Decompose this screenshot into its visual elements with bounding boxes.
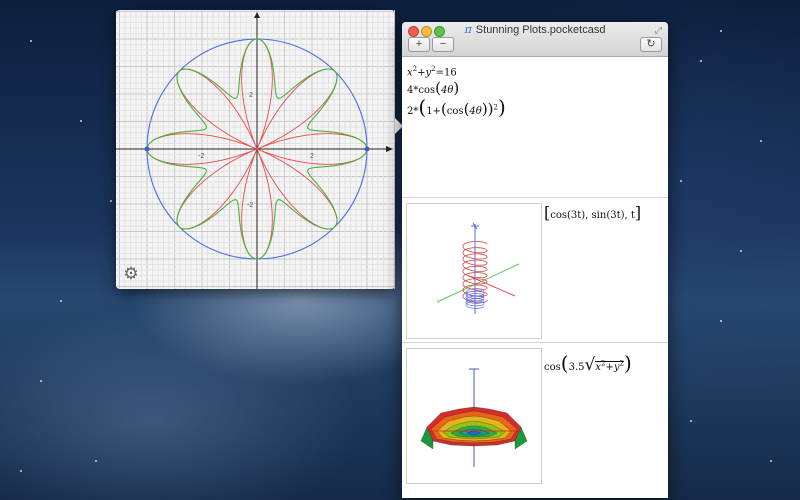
polar-plot[interactable]: -2 2 2 -2 bbox=[116, 10, 395, 289]
helix-section[interactable]: [cos(3t), sin(3t), t] bbox=[402, 198, 668, 343]
star bbox=[720, 320, 722, 322]
axis-tick-label: -2 bbox=[247, 202, 253, 209]
star bbox=[690, 420, 692, 422]
add-button[interactable]: + bbox=[408, 37, 430, 52]
star bbox=[40, 380, 42, 382]
axis-tick-label: 2 bbox=[310, 153, 314, 160]
star bbox=[80, 120, 82, 122]
worksheet[interactable]: x2+y2=16 4*cos(4θ) 2*(1+(cos(4θ))2) [cos… bbox=[402, 57, 668, 498]
surface-section[interactable]: cos(3.5√x2+y2) bbox=[402, 343, 668, 498]
document-window[interactable]: π Stunning Plots.pocketcasd ⤢ + − ↻ x2+y2… bbox=[402, 22, 668, 498]
gear-icon[interactable]: ⚙ bbox=[122, 265, 140, 283]
star bbox=[680, 180, 682, 182]
plot-popover[interactable]: -2 2 2 -2 ⚙ bbox=[116, 10, 403, 289]
star bbox=[760, 140, 762, 142]
helix-3d-plot[interactable] bbox=[406, 203, 542, 339]
app-icon: π bbox=[464, 23, 472, 36]
star bbox=[60, 300, 62, 302]
expression-flower[interactable]: 2*(1+(cos(4θ))2) bbox=[407, 95, 506, 119]
intersection-point bbox=[144, 146, 150, 152]
expression-circle[interactable]: x2+y2=16 bbox=[407, 65, 457, 78]
star bbox=[700, 60, 702, 62]
surface-3d-plot[interactable] bbox=[406, 348, 542, 484]
star bbox=[95, 460, 97, 462]
star bbox=[740, 250, 742, 252]
star bbox=[20, 470, 22, 472]
star bbox=[30, 40, 32, 42]
star bbox=[720, 30, 722, 32]
remove-button[interactable]: − bbox=[432, 37, 454, 52]
star bbox=[770, 460, 772, 462]
expression-helix[interactable]: [cos(3t), sin(3t), t] bbox=[544, 203, 641, 222]
refresh-button[interactable]: ↻ bbox=[640, 37, 662, 52]
axis-tick-label: 2 bbox=[249, 92, 253, 99]
axis-tick-label: -2 bbox=[198, 153, 204, 160]
window-title: π Stunning Plots.pocketcasd bbox=[464, 23, 606, 36]
expression-surface[interactable]: cos(3.5√x2+y2) bbox=[544, 351, 632, 375]
fullscreen-icon[interactable]: ⤢ bbox=[655, 25, 662, 36]
intersection-point bbox=[364, 146, 370, 152]
star bbox=[110, 200, 112, 202]
title-bar[interactable]: π Stunning Plots.pocketcasd ⤢ + − ↻ bbox=[402, 22, 668, 57]
expression-group[interactable]: x2+y2=16 4*cos(4θ) 2*(1+(cos(4θ))2) bbox=[402, 57, 668, 198]
